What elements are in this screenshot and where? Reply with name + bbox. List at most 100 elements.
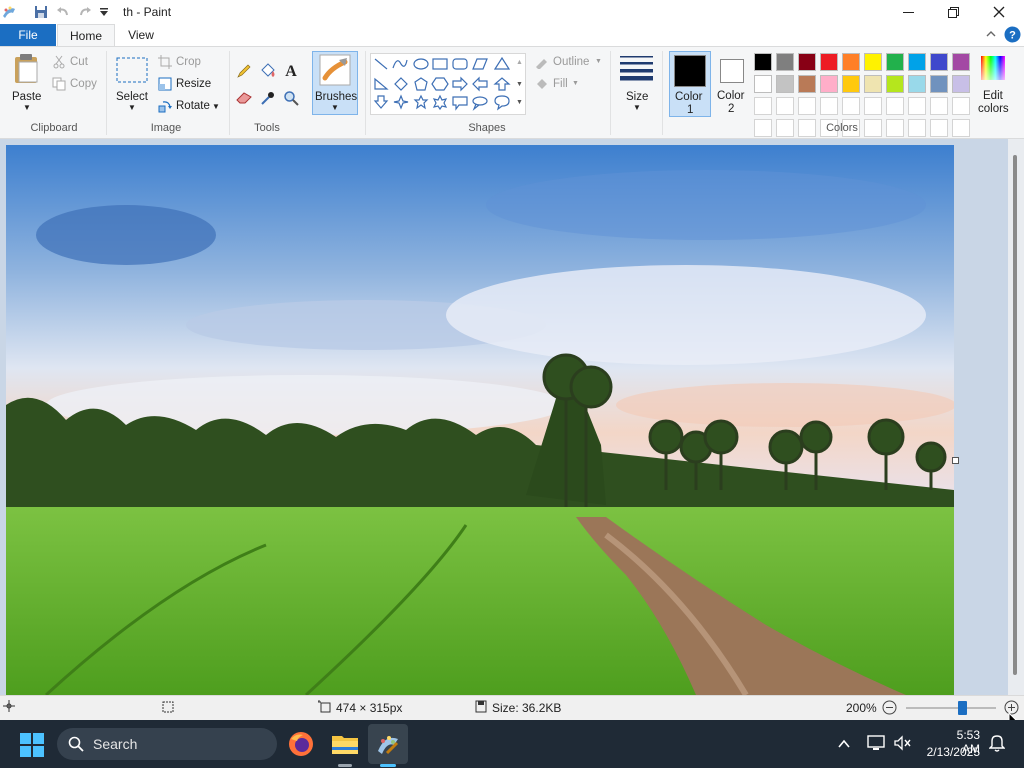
color-swatch[interactable] (886, 75, 904, 93)
windows-start-icon[interactable] (20, 733, 44, 760)
color-swatch[interactable] (886, 97, 904, 115)
cut-icon[interactable] (52, 55, 66, 72)
color-swatch[interactable] (952, 53, 970, 71)
color-swatch[interactable] (798, 97, 816, 115)
color-swatch[interactable] (776, 97, 794, 115)
maximize-button[interactable] (930, 0, 976, 24)
magnifier-icon[interactable] (283, 90, 299, 109)
color-picker-icon[interactable] (260, 90, 276, 109)
color-swatch[interactable] (908, 53, 926, 71)
undo-icon[interactable] (54, 3, 72, 21)
canvas-area[interactable] (0, 139, 1024, 695)
fill-button[interactable]: Fill (553, 78, 568, 90)
close-button[interactable] (976, 0, 1022, 24)
color-swatch[interactable] (886, 53, 904, 71)
color-swatch[interactable] (820, 75, 838, 93)
color-swatch[interactable] (754, 75, 772, 93)
outline-icon[interactable] (534, 55, 550, 72)
fill-bucket-icon[interactable] (259, 62, 277, 83)
edit-colors-label[interactable]: Edit (983, 90, 1003, 102)
file-explorer-icon[interactable] (331, 732, 359, 759)
zoom-slider[interactable] (906, 701, 996, 715)
shapes-gallery-icons[interactable] (371, 54, 517, 114)
paste-icon[interactable] (13, 53, 41, 88)
select-dropdown-icon[interactable]: ▼ (128, 103, 136, 112)
color-swatch[interactable] (864, 75, 882, 93)
color-swatch[interactable] (842, 53, 860, 71)
eraser-icon[interactable] (236, 91, 254, 108)
size-dropdown-icon[interactable]: ▼ (633, 103, 641, 112)
rotate-button[interactable]: Rotate (176, 100, 210, 112)
tab-view[interactable]: View (118, 24, 164, 46)
color-swatch[interactable] (842, 75, 860, 93)
size-icon[interactable] (620, 55, 653, 84)
paste-button[interactable]: Paste (12, 91, 41, 103)
paste-dropdown-icon[interactable]: ▼ (23, 103, 31, 112)
color-swatch[interactable] (908, 75, 926, 93)
color-swatch[interactable] (776, 75, 794, 93)
zoom-slider-thumb[interactable] (958, 701, 967, 715)
color-swatch[interactable] (930, 97, 948, 115)
paint-taskbar-button[interactable] (368, 724, 408, 764)
color-swatch[interactable] (886, 119, 904, 137)
minimize-button[interactable] (885, 0, 931, 24)
rotate-icon[interactable] (158, 99, 172, 116)
select-button[interactable]: Select (116, 91, 148, 103)
fill-dropdown-icon[interactable]: ▼ (572, 80, 579, 87)
shapes-scroll-up-icon[interactable]: ▲ (516, 59, 523, 66)
color-swatch[interactable] (754, 97, 772, 115)
vertical-scrollbar[interactable] (1008, 139, 1024, 695)
color-swatch[interactable] (864, 97, 882, 115)
clock-date[interactable]: 2/13/2025 (920, 745, 980, 759)
cut-button[interactable]: Cut (70, 56, 88, 68)
color-swatch[interactable] (908, 119, 926, 137)
redo-icon[interactable] (76, 3, 94, 21)
color-swatch[interactable] (908, 97, 926, 115)
shapes-scroll-down-icon[interactable]: ▼ (516, 81, 523, 88)
outline-dropdown-icon[interactable]: ▼ (595, 58, 602, 65)
edit-colors-label-2[interactable]: colors (978, 103, 1009, 115)
vertical-scrollbar-thumb[interactable] (1013, 155, 1017, 675)
edit-colors-icon[interactable] (980, 55, 1006, 84)
color-swatch[interactable] (798, 75, 816, 93)
taskbar-search-box[interactable]: Search (57, 728, 277, 760)
tab-file[interactable]: File (0, 24, 56, 46)
show-hidden-icons-icon[interactable] (837, 737, 851, 754)
copy-icon[interactable] (52, 77, 66, 94)
resize-button[interactable]: Resize (176, 78, 211, 90)
network-icon[interactable] (866, 734, 886, 755)
rotate-dropdown-icon[interactable]: ▼ (212, 102, 220, 111)
canvas-image[interactable] (6, 145, 954, 695)
color-swatch[interactable] (864, 53, 882, 71)
paint-app-icon[interactable] (0, 3, 18, 21)
firefox-icon[interactable] (288, 731, 314, 760)
select-icon[interactable] (116, 57, 148, 86)
color-swatch[interactable] (952, 97, 970, 115)
color-swatch[interactable] (952, 75, 970, 93)
color1-button[interactable]: Color 1 (669, 51, 711, 117)
canvas-resize-handle[interactable] (952, 457, 959, 464)
shapes-more-icon[interactable]: ▼ (516, 99, 523, 106)
text-tool-icon[interactable]: A (283, 62, 299, 81)
color-swatch[interactable] (754, 53, 772, 71)
tab-home[interactable]: Home (57, 24, 115, 47)
color-swatch[interactable] (952, 119, 970, 137)
color-swatch[interactable] (930, 53, 948, 71)
crop-icon[interactable] (158, 55, 172, 72)
resize-icon[interactable] (158, 77, 172, 94)
save-icon[interactable] (32, 3, 50, 21)
color-swatch[interactable] (776, 53, 794, 71)
minimize-ribbon-icon[interactable] (985, 28, 997, 43)
color-swatch[interactable] (754, 119, 772, 137)
outline-button[interactable]: Outline (553, 56, 589, 68)
color-swatch[interactable] (776, 119, 794, 137)
color-swatch[interactable] (842, 97, 860, 115)
zoom-out-button[interactable] (882, 700, 897, 718)
customize-toolbar-icon[interactable] (95, 3, 113, 21)
color-swatch[interactable] (930, 119, 948, 137)
copy-button[interactable]: Copy (70, 78, 97, 90)
color-swatch[interactable] (798, 53, 816, 71)
pencil-icon[interactable] (236, 63, 252, 82)
color-swatch[interactable] (930, 75, 948, 93)
color2-label[interactable]: Color (717, 90, 744, 102)
